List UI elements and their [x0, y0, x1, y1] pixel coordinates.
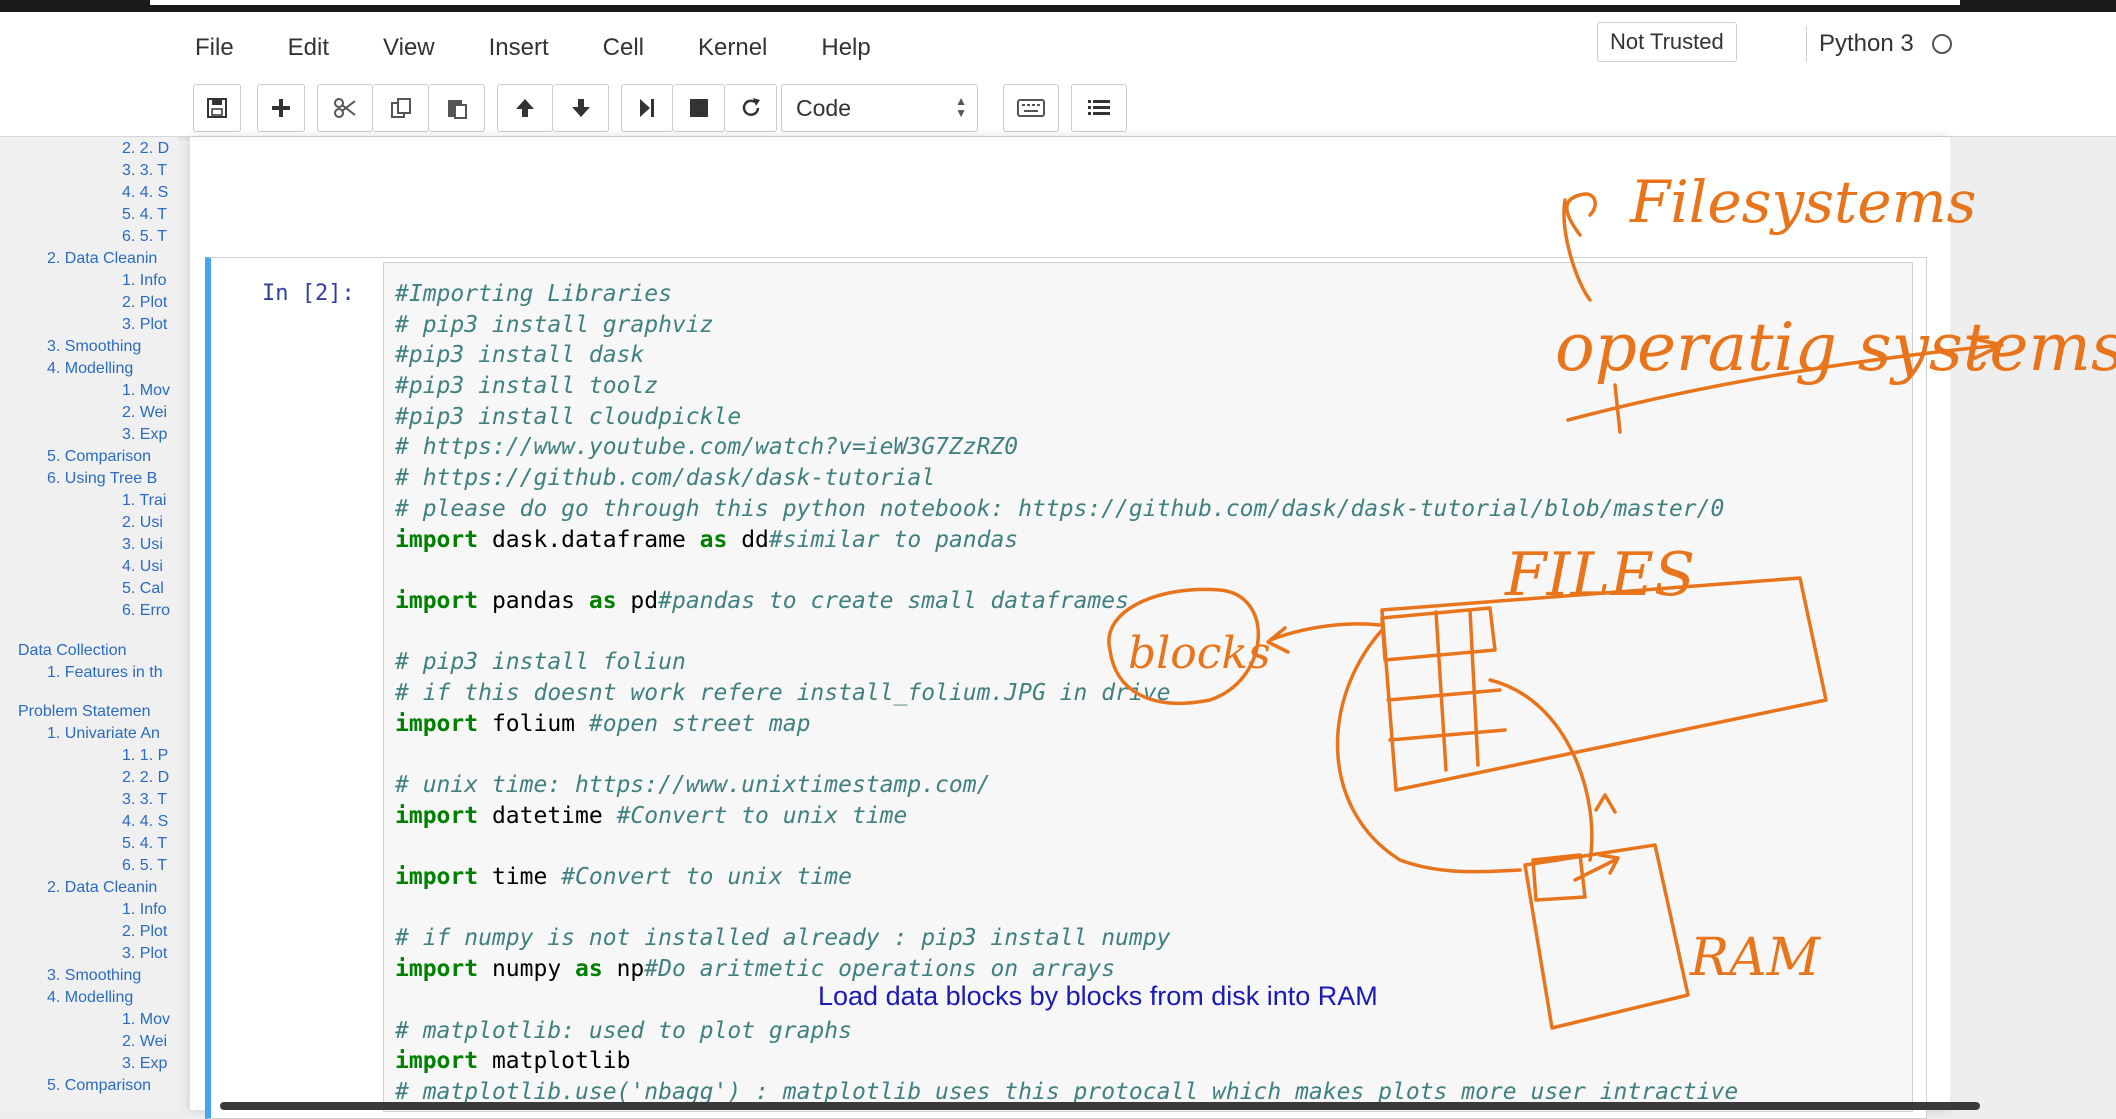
divider-stroke — [1613, 383, 1622, 434]
video-caption: Load data blocks by blocks from disk int… — [818, 981, 1378, 1011]
ram-rectangle — [1523, 843, 1690, 1030]
pen-annotations: Filesystems operatig systems FILES block… — [1107, 168, 2116, 1030]
load-arrow — [1335, 628, 1522, 874]
blocks-grid — [1380, 606, 1507, 772]
horizontal-scrollbar[interactable] — [220, 1102, 1980, 1110]
files-label: FILES — [1504, 540, 1695, 610]
up-arrow — [1488, 678, 1617, 862]
operating-systems-label: operatig systems — [1555, 309, 2116, 386]
bracket-arrow-stroke — [1562, 192, 1597, 302]
blocks-arrow — [1266, 622, 1382, 654]
ram-label: RAM — [1689, 928, 1822, 988]
blocks-label: blocks — [1128, 628, 1271, 679]
filesystems-label: Filesystems — [1629, 168, 1976, 236]
